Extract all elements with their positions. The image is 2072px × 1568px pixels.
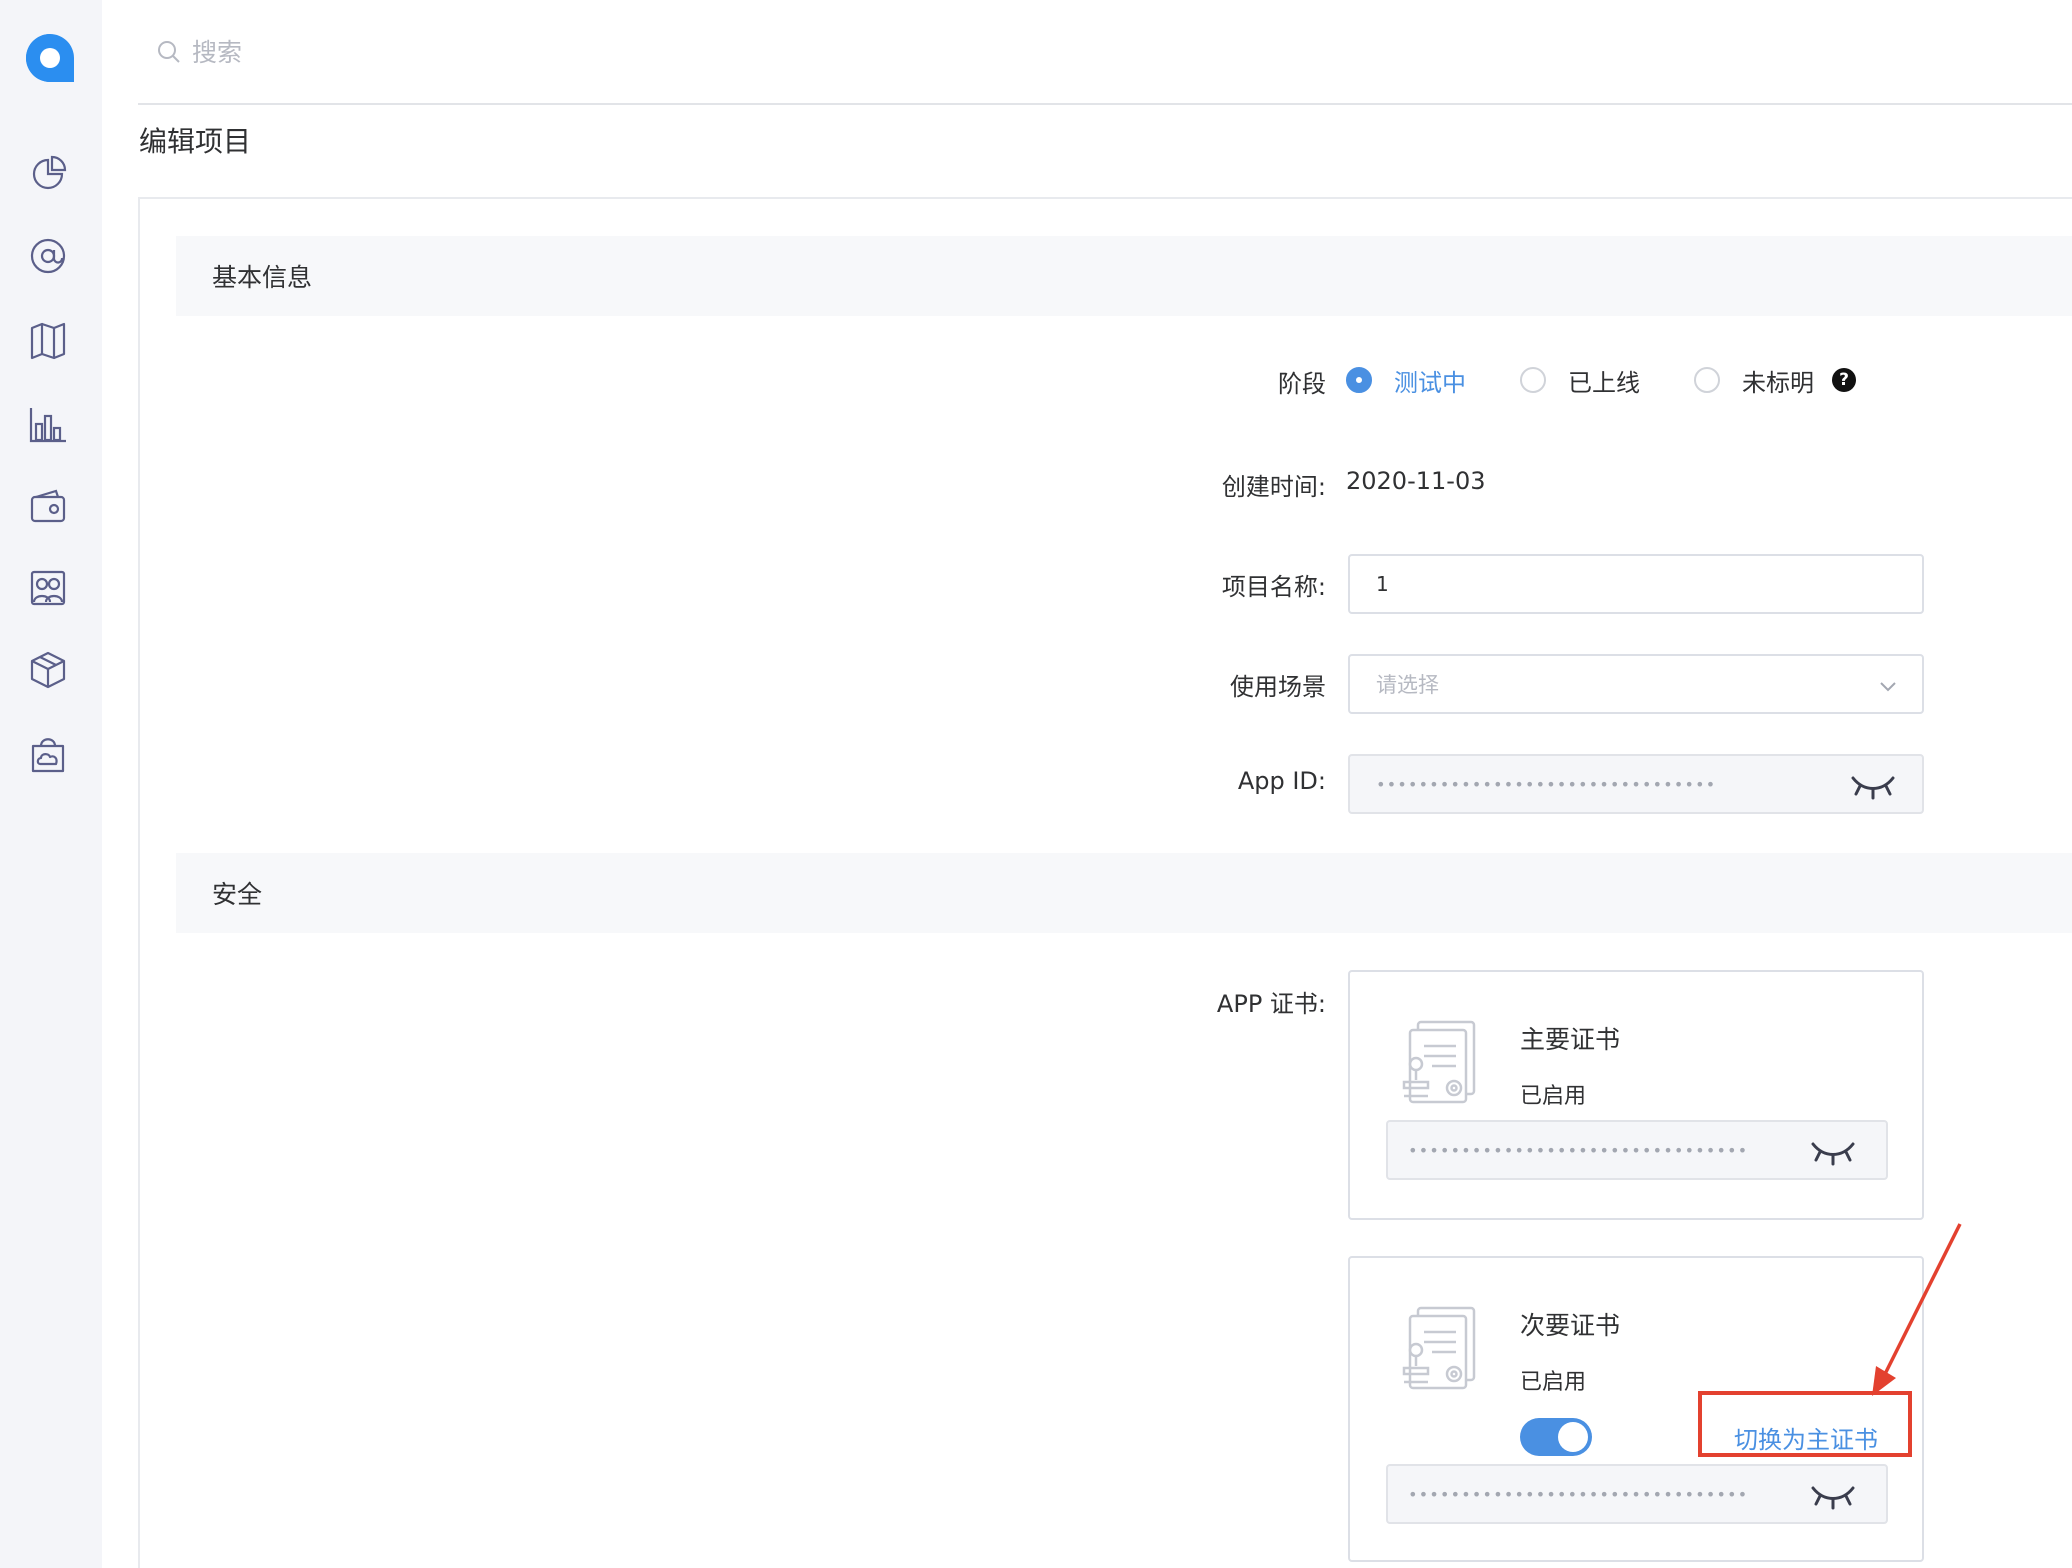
radio-online[interactable]: 已上线	[1520, 363, 1640, 398]
primary-cert-field: ••••••••••••••••••••••••••••••••	[1386, 1120, 1888, 1180]
scene-placeholder: 请选择	[1376, 673, 1439, 697]
appid-label: App ID:	[1237, 767, 1326, 795]
stage-radio-group: 测试中 已上线 未标明 ?	[1346, 363, 1856, 398]
radio-label: 测试中	[1394, 368, 1466, 397]
cert-title: 主要证书	[1520, 1025, 1621, 1054]
annotation-highlight-box	[1698, 1391, 1912, 1457]
secondary-cert-field: ••••••••••••••••••••••••••••••••	[1386, 1464, 1888, 1524]
project-name-input[interactable]: 1	[1348, 554, 1924, 614]
box-icon[interactable]	[26, 648, 70, 692]
primary-cert-card: 主要证书 已启用 •••••••••••••••••••••••••••••••…	[1348, 970, 1924, 1220]
search-input[interactable]	[192, 37, 692, 67]
enable-toggle[interactable]	[1520, 1418, 1592, 1456]
radio-testing[interactable]: 测试中	[1346, 363, 1466, 398]
users-icon[interactable]	[26, 566, 70, 610]
search-bar[interactable]	[156, 32, 756, 72]
certificate-icon	[1402, 1306, 1476, 1390]
appid-field: ••••••••••••••••••••••••••••••••	[1348, 754, 1924, 814]
appid-masked-value: ••••••••••••••••••••••••••••••••	[1376, 774, 1717, 794]
sidebar	[0, 0, 102, 1568]
scene-select[interactable]: 请选择	[1348, 654, 1924, 714]
header-divider	[138, 103, 2072, 105]
bar-chart-icon[interactable]	[26, 402, 70, 446]
cert-title: 次要证书	[1520, 1311, 1621, 1340]
page-title: 编辑项目	[139, 125, 252, 158]
cloud-bag-icon[interactable]	[26, 732, 70, 776]
cert-label: APP 证书:	[1216, 990, 1326, 1018]
at-sign-icon[interactable]	[26, 234, 70, 278]
cert-masked-value: ••••••••••••••••••••••••••••••••	[1408, 1140, 1749, 1160]
certificate-icon	[1402, 1020, 1476, 1104]
logo-icon[interactable]	[24, 32, 76, 84]
scene-label: 使用场景	[1230, 673, 1326, 701]
section-basic-info: 基本信息	[176, 236, 2072, 316]
cert-status: 已启用	[1520, 1084, 1587, 1109]
eye-closed-icon[interactable]	[1850, 772, 1896, 800]
help-icon[interactable]: ?	[1832, 368, 1856, 392]
radio-circle[interactable]	[1346, 367, 1372, 393]
cert-masked-value: ••••••••••••••••••••••••••••••••	[1408, 1484, 1749, 1504]
annotation-arrow-icon	[1872, 1223, 1962, 1396]
toggle-knob	[1558, 1422, 1588, 1452]
project-name-label: 项目名称:	[1221, 573, 1326, 601]
project-name-value: 1	[1376, 572, 1389, 596]
radio-circle[interactable]	[1694, 367, 1720, 393]
created-label: 创建时间:	[1221, 473, 1326, 501]
radio-circle[interactable]	[1520, 367, 1546, 393]
radio-label: 未标明	[1742, 368, 1814, 397]
map-icon[interactable]	[26, 318, 70, 362]
search-icon	[158, 41, 180, 63]
chevron-down-icon	[1880, 682, 1896, 692]
wallet-icon[interactable]	[26, 484, 70, 528]
pie-chart-icon[interactable]	[26, 152, 70, 196]
radio-unspecified[interactable]: 未标明	[1694, 363, 1814, 398]
cert-status: 已启用	[1520, 1370, 1587, 1395]
stage-label: 阶段	[1278, 370, 1326, 398]
created-value: 2020-11-03	[1346, 467, 1486, 495]
eye-closed-icon[interactable]	[1810, 1138, 1856, 1166]
section-security: 安全	[176, 853, 2072, 933]
eye-closed-icon[interactable]	[1810, 1482, 1856, 1510]
radio-label: 已上线	[1568, 368, 1640, 397]
